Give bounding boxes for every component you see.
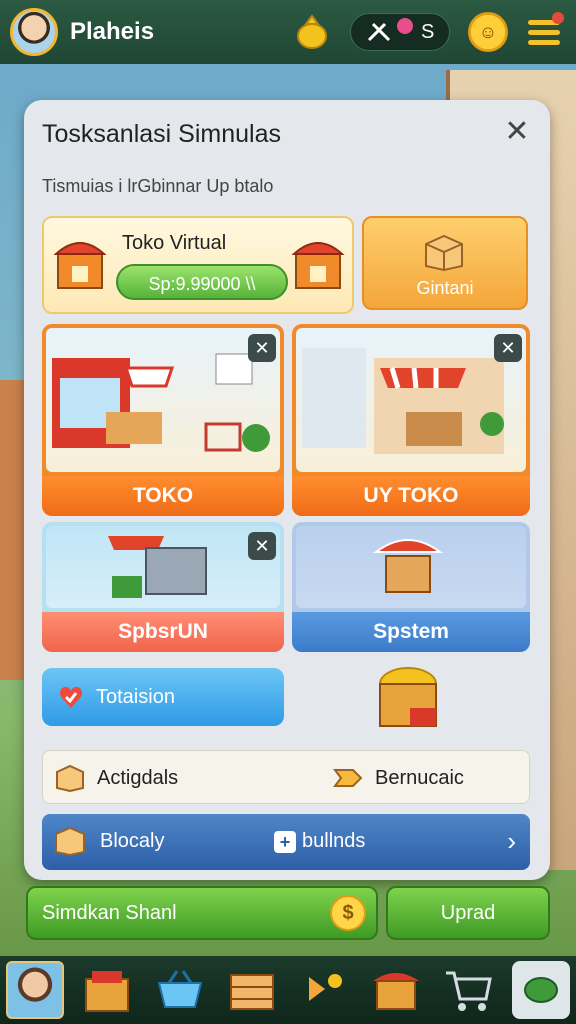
box-icon	[55, 826, 85, 856]
shop-card-label: UY TOKO	[292, 476, 530, 516]
heart-check-icon	[60, 686, 82, 708]
toko-store-scene	[46, 328, 280, 472]
toko-virtual-label: Toko Virtual	[122, 232, 227, 254]
shop-card-uy-toko[interactable]: ✕ UY TOKO	[292, 324, 530, 516]
treasure-box-icon[interactable]	[376, 666, 440, 736]
settings-gem-icon[interactable]	[511, 961, 570, 1019]
sparkle-arrow-icon[interactable]	[295, 961, 353, 1019]
shop-card-spbsrun[interactable]: ✕ SpbsrUN	[42, 522, 284, 652]
player-avatar[interactable]	[10, 8, 58, 56]
top-bar: Plaheis S ☺	[0, 0, 576, 64]
save-button[interactable]: Simdkan Shanl $	[26, 886, 378, 940]
shop-crate-icon[interactable]	[78, 961, 136, 1019]
bulk-right-label: bullnds	[302, 830, 366, 852]
toko-virtual-card[interactable]: Toko Virtual Sp:9.99000 \\	[42, 216, 354, 314]
shop-stall-icon	[291, 242, 345, 289]
shop-card-toko[interactable]: ✕ TOKO	[42, 324, 284, 516]
spbsrun-scene	[46, 526, 280, 608]
results-item[interactable]: Bernucaic	[333, 751, 464, 805]
notification-dot	[397, 18, 413, 34]
bulk-row[interactable]: Blocaly + bullnds ›	[42, 814, 530, 870]
gold-bag-icon[interactable]	[292, 12, 332, 52]
close-icon[interactable]: ✕	[248, 334, 276, 362]
chevron-right-icon[interactable]: ›	[507, 826, 516, 857]
tutorial-button[interactable]: Totaision	[42, 668, 284, 726]
actions-item[interactable]: Actigdals	[55, 751, 178, 805]
upgrade-button[interactable]: Uprad	[386, 886, 550, 940]
close-icon[interactable]: ✕	[502, 117, 532, 148]
gintani-card[interactable]: Gintani	[362, 216, 528, 310]
box-icon	[56, 764, 84, 792]
bottom-dock	[0, 956, 576, 1024]
shop-card-label: Spstem	[292, 612, 530, 652]
wooden-crate-icon[interactable]	[223, 961, 281, 1019]
menu-button[interactable]	[522, 12, 566, 52]
panel-subtitle: Tismuias i lrGbinnar Up btalo	[42, 176, 274, 196]
tools-icon	[367, 22, 390, 42]
toko-virtual-price[interactable]: Sp:9.99000 \\	[116, 264, 288, 300]
gold-coin-icon[interactable]: ☺	[468, 12, 508, 52]
spstem-scene	[296, 526, 526, 608]
actions-row: Actigdals Bernucaic	[42, 750, 530, 804]
plus-icon: +	[274, 831, 296, 853]
panel-title: Tosksanlasi Simnulas	[42, 120, 281, 148]
shop-card-label: SpbsrUN	[42, 612, 284, 652]
actions-label: Actigdals	[97, 766, 179, 789]
arrow-tag-icon	[333, 769, 363, 787]
market-stall-icon[interactable]	[367, 961, 425, 1019]
simulation-panel: Tosksanlasi Simnulas ✕ Tismuias i lrGbin…	[24, 100, 550, 880]
player-name: Plaheis	[70, 18, 155, 45]
results-label: Bernucaic	[375, 766, 464, 789]
coin-icon: $	[330, 895, 366, 931]
package-box-icon	[425, 234, 463, 272]
currency-pill[interactable]: S	[350, 13, 450, 51]
close-icon[interactable]: ✕	[248, 532, 276, 560]
menu-notification-dot	[552, 12, 564, 24]
shopping-basket-icon[interactable]	[151, 961, 209, 1019]
tutorial-label: Totaision	[96, 685, 175, 708]
shop-card-label: TOKO	[42, 476, 284, 516]
shopping-cart-icon[interactable]	[440, 961, 498, 1019]
profile-avatar-icon[interactable]	[6, 961, 64, 1019]
save-label: Simdkan Shanl	[42, 902, 177, 924]
gintani-label: Gintani	[416, 278, 474, 298]
bulk-left-label: Blocaly	[100, 830, 165, 852]
shop-stall-icon	[53, 242, 107, 289]
uy-toko-store-scene	[296, 328, 526, 472]
shop-card-spstem[interactable]: Spstem	[292, 522, 530, 652]
currency-label: S	[420, 20, 435, 43]
close-icon[interactable]: ✕	[494, 334, 522, 362]
